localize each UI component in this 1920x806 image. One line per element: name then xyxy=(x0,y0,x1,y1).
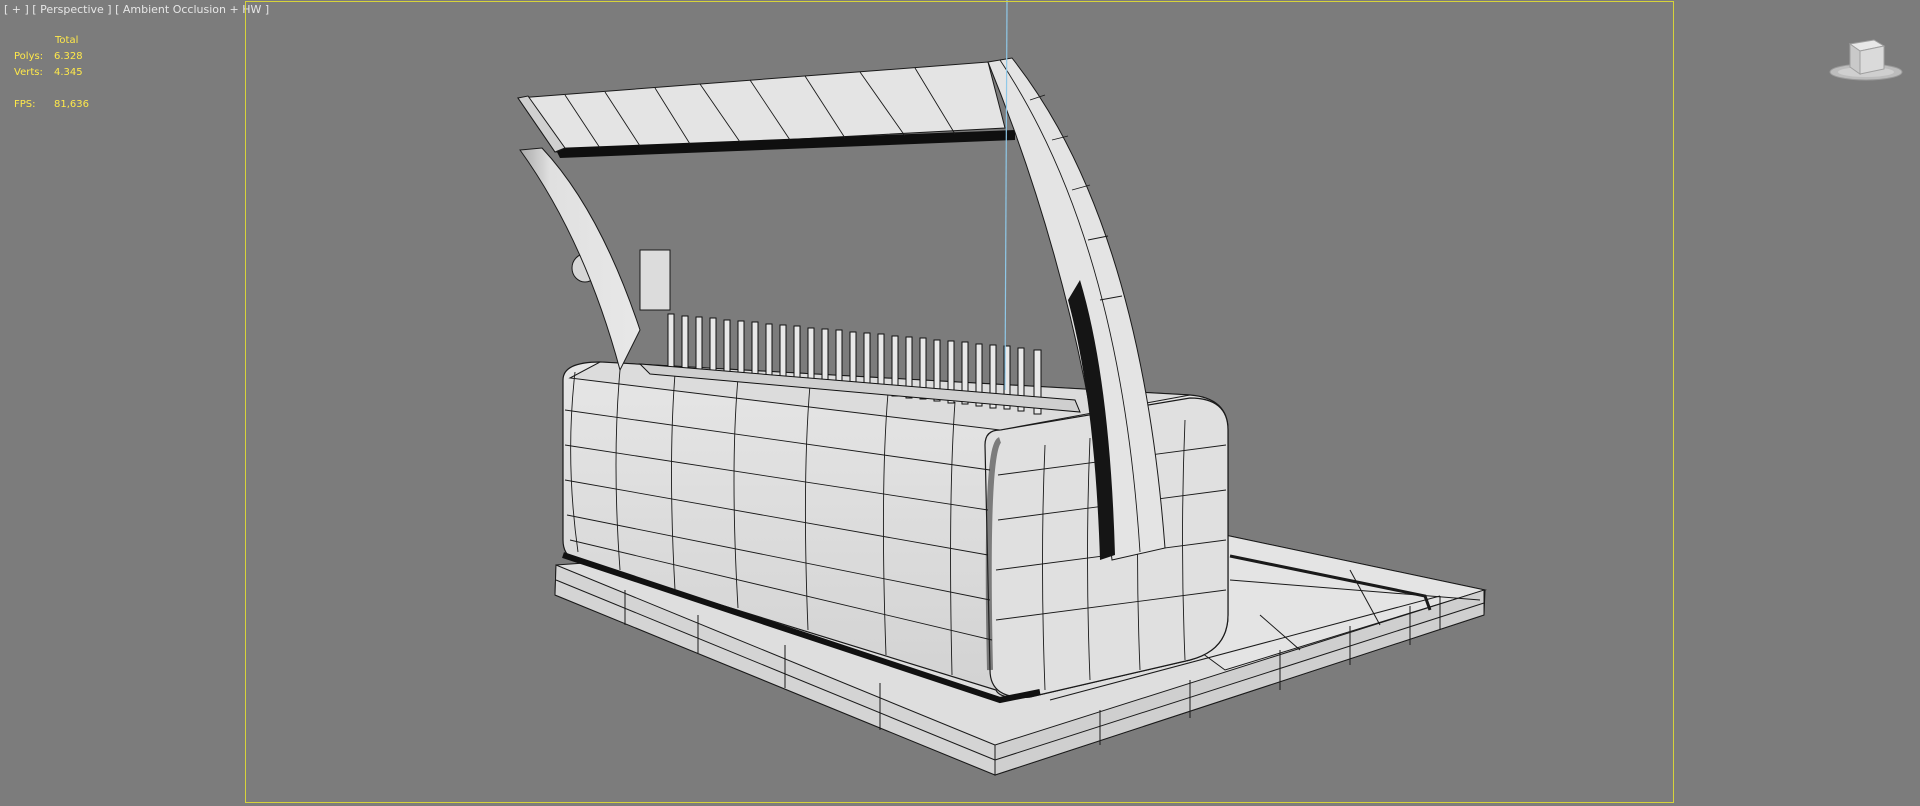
scene-render[interactable] xyxy=(0,0,1920,806)
viewport[interactable]: [ + ] [ Perspective ] [ Ambient Occlusio… xyxy=(0,0,1920,806)
viewcube-icon[interactable] xyxy=(1828,34,1904,84)
lever-handle xyxy=(517,61,1015,158)
